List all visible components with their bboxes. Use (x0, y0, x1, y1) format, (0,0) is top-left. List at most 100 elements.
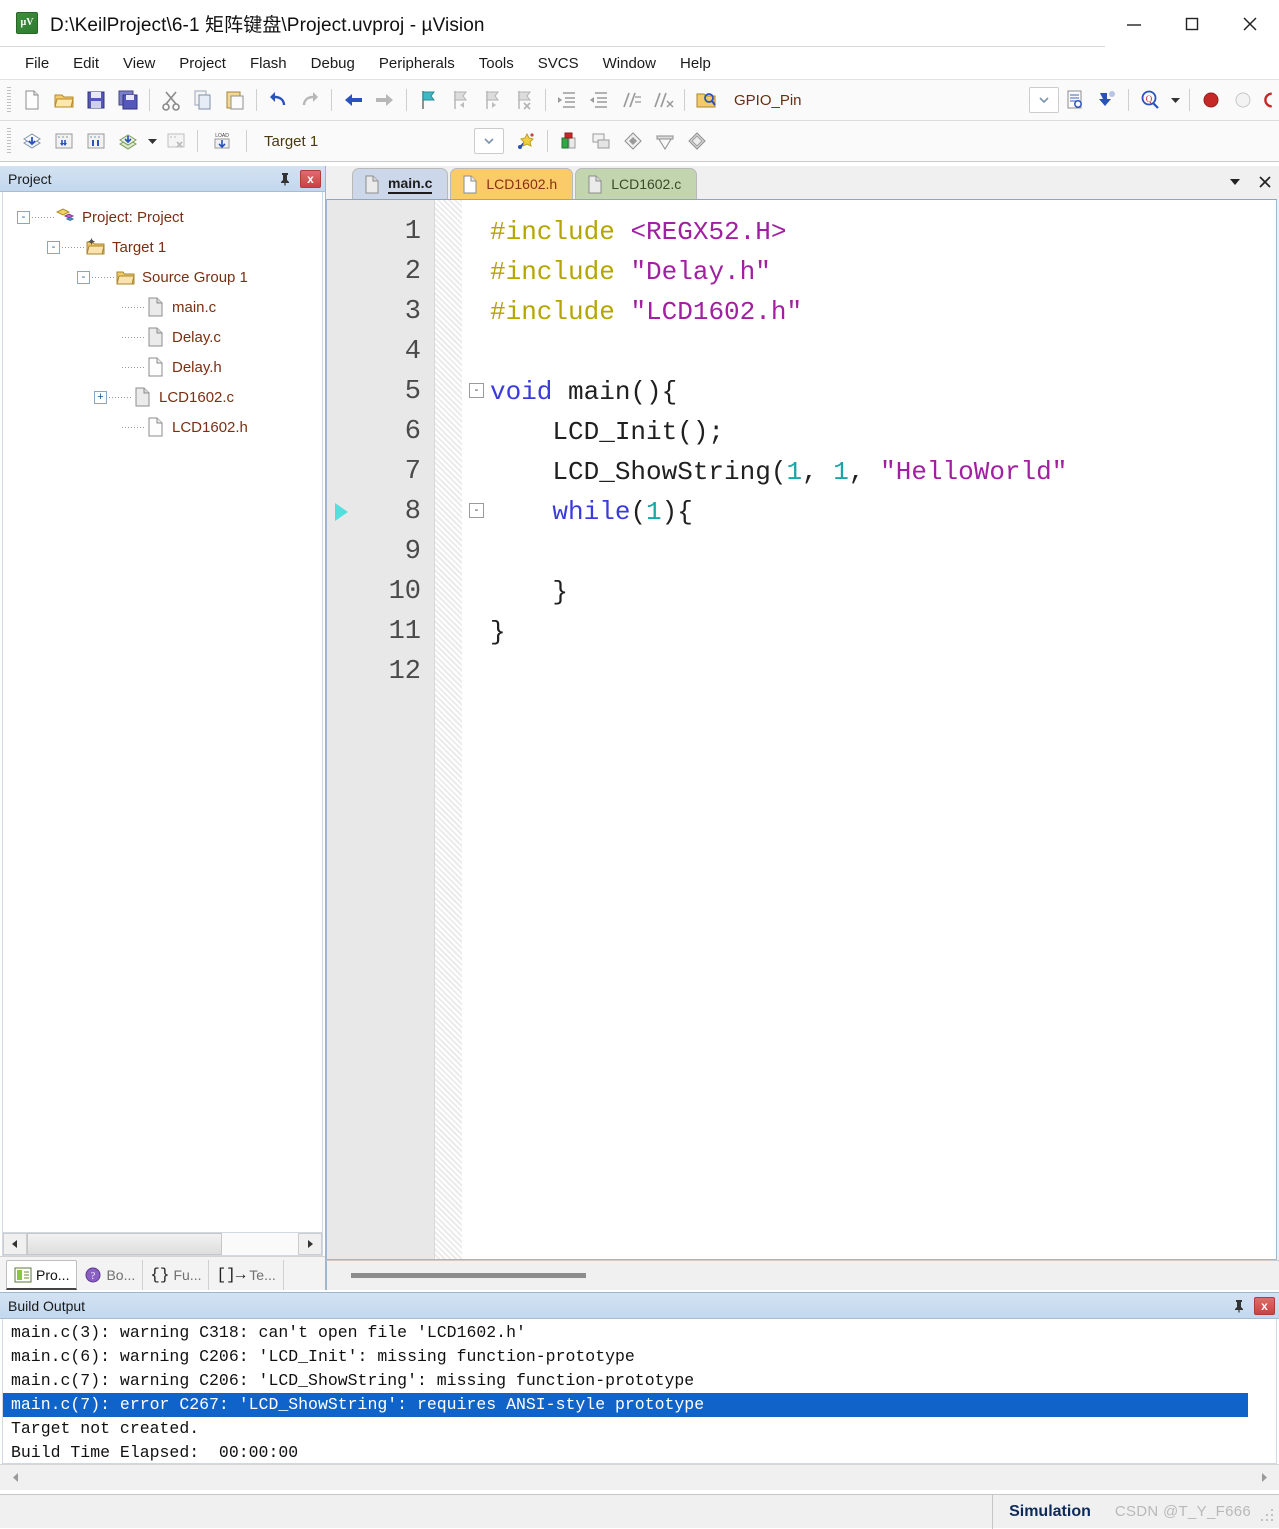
maximize-button[interactable] (1163, 0, 1221, 47)
target-select-dropdown[interactable] (474, 128, 504, 154)
build-output-hscrollbar[interactable] (0, 1464, 1279, 1490)
undo-icon[interactable] (262, 85, 294, 115)
save-icon[interactable] (80, 85, 112, 115)
code-line[interactable]: 11 } (327, 612, 1276, 652)
tab-templates[interactable]: []→ Te... (209, 1260, 284, 1290)
tree-expander[interactable]: - (17, 210, 30, 224)
build-output-line[interactable]: main.c(7): warning C206: 'LCD_ShowString… (3, 1369, 1276, 1393)
menu-file[interactable]: File (14, 51, 60, 76)
stop-build-icon[interactable] (160, 126, 192, 156)
code-line[interactable]: 12 (327, 652, 1276, 692)
build-output-line[interactable]: main.c(3): warning C318: can't open file… (3, 1321, 1276, 1345)
menu-peripherals[interactable]: Peripherals (368, 51, 466, 76)
save-all-icon[interactable] (112, 85, 144, 115)
scrollbar-track[interactable] (331, 1267, 1275, 1285)
build-output-line[interactable]: main.c(6): warning C206: 'LCD_Init': mis… (3, 1345, 1276, 1369)
tree-node-file-delay-h[interactable]: Delay.h (17, 352, 322, 382)
code-line[interactable]: 10 } (327, 572, 1276, 612)
components-icon[interactable] (617, 126, 649, 156)
indent-icon[interactable] (551, 85, 583, 115)
new-file-icon[interactable] (16, 85, 48, 115)
editor-tab-lcd1602-h[interactable]: LCD1602.h (450, 168, 574, 199)
menu-debug[interactable]: Debug (300, 51, 366, 76)
close-icon[interactable]: x (1254, 1297, 1275, 1315)
scroll-right-icon[interactable] (1252, 1467, 1276, 1489)
insert-icon[interactable] (1091, 85, 1123, 115)
code-line[interactable]: 9 (327, 532, 1276, 572)
scrollbar-thumb[interactable] (351, 1272, 586, 1278)
menu-tools[interactable]: Tools (468, 51, 525, 76)
paste-icon[interactable] (219, 85, 251, 115)
tree-expander[interactable]: + (94, 390, 107, 404)
pin-icon[interactable] (276, 170, 294, 188)
build-icon[interactable] (48, 126, 80, 156)
find-icon[interactable]: Q (1134, 85, 1166, 115)
cut-icon[interactable] (155, 85, 187, 115)
tab-books[interactable]: ? Bo... (77, 1260, 144, 1290)
navigate-forward-icon[interactable] (369, 85, 401, 115)
tab-project[interactable]: Pro... (6, 1260, 78, 1290)
rebuild-icon[interactable] (80, 126, 112, 156)
editor-tab-lcd1602-c[interactable]: LCD1602.c (575, 168, 698, 199)
tab-functions[interactable]: {} Fu... (143, 1260, 210, 1290)
uncomment-icon[interactable] (647, 85, 679, 115)
scroll-left-icon[interactable] (3, 1467, 27, 1489)
code-rows[interactable]: 1 #include <REGX52.H> 2 #include "Delay.… (327, 212, 1276, 692)
manage-project-icon[interactable] (553, 126, 585, 156)
navigate-back-icon[interactable] (337, 85, 369, 115)
pin-icon[interactable] (1230, 1297, 1248, 1315)
tree-expander[interactable]: - (77, 270, 90, 284)
scroll-right-icon[interactable] (298, 1233, 322, 1255)
translate-icon[interactable] (16, 126, 48, 156)
scroll-left-icon[interactable] (3, 1233, 27, 1255)
resize-grip[interactable] (1259, 1508, 1275, 1525)
bookmark-next-icon[interactable] (476, 85, 508, 115)
tree-expander[interactable]: - (47, 240, 60, 254)
target-options-icon[interactable] (510, 126, 542, 156)
code-line[interactable]: 2 #include "Delay.h" (327, 252, 1276, 292)
minimize-button[interactable] (1105, 0, 1163, 47)
close-document-icon[interactable] (1257, 174, 1273, 190)
search-history-dropdown[interactable] (1029, 87, 1059, 113)
breakpoint-insert-icon[interactable] (1195, 85, 1227, 115)
breakpoint-disable-icon[interactable] (1227, 85, 1259, 115)
close-button[interactable] (1221, 0, 1279, 47)
menu-window[interactable]: Window (592, 51, 667, 76)
open-file-icon[interactable] (48, 85, 80, 115)
scrollbar-thumb[interactable] (27, 1233, 223, 1255)
project-tree-hscrollbar[interactable] (2, 1232, 323, 1256)
build-output-text[interactable]: main.c(3): warning C318: can't open file… (2, 1319, 1277, 1464)
code-line[interactable]: 5 - void main(){ (327, 372, 1276, 412)
bookmark-clear-icon[interactable] (508, 85, 540, 115)
comment-icon[interactable] (615, 85, 647, 115)
code-line[interactable]: 3 #include "LCD1602.h" (327, 292, 1276, 332)
tree-node-project[interactable]: - Project: Project (17, 202, 322, 232)
bookmark-prev-icon[interactable] (444, 85, 476, 115)
pack-installer-icon[interactable] (649, 126, 681, 156)
tree-node-file-main-c[interactable]: main.c (17, 292, 322, 322)
fold-toggle-icon[interactable]: - (469, 503, 484, 518)
code-line[interactable]: 7 LCD_ShowString(1, 1, "HelloWorld" (327, 452, 1276, 492)
tree-node-source-group[interactable]: - Source Group 1 (17, 262, 322, 292)
code-line[interactable]: 4 (327, 332, 1276, 372)
copy-icon[interactable] (187, 85, 219, 115)
editor-hscrollbar[interactable] (326, 1260, 1279, 1290)
code-editor[interactable]: 1 #include <REGX52.H> 2 #include "Delay.… (326, 199, 1277, 1260)
close-icon[interactable]: x (300, 170, 321, 188)
find-in-files-icon[interactable] (690, 85, 722, 115)
toolbar-grip[interactable] (7, 128, 11, 154)
toolbar-grip[interactable] (7, 87, 11, 113)
code-line[interactable]: 8 - while(1){ (327, 492, 1276, 532)
tab-list-dropdown-icon[interactable] (1227, 174, 1243, 190)
menu-edit[interactable]: Edit (62, 51, 110, 76)
tree-node-file-delay-c[interactable]: Delay.c (17, 322, 322, 352)
build-output-line-selected[interactable]: main.c(7): error C267: 'LCD_ShowString':… (3, 1393, 1248, 1417)
pack-manage-icon[interactable] (681, 126, 713, 156)
bookmark-toggle-icon[interactable] (412, 85, 444, 115)
browse-info-icon[interactable] (1059, 85, 1091, 115)
menu-svcs[interactable]: SVCS (527, 51, 590, 76)
build-output-line[interactable]: Build Time Elapsed: 00:00:00 (3, 1441, 1276, 1463)
menu-view[interactable]: View (112, 51, 166, 76)
batch-build-dropdown-icon[interactable] (144, 126, 160, 156)
find-dropdown-icon[interactable] (1166, 85, 1184, 115)
